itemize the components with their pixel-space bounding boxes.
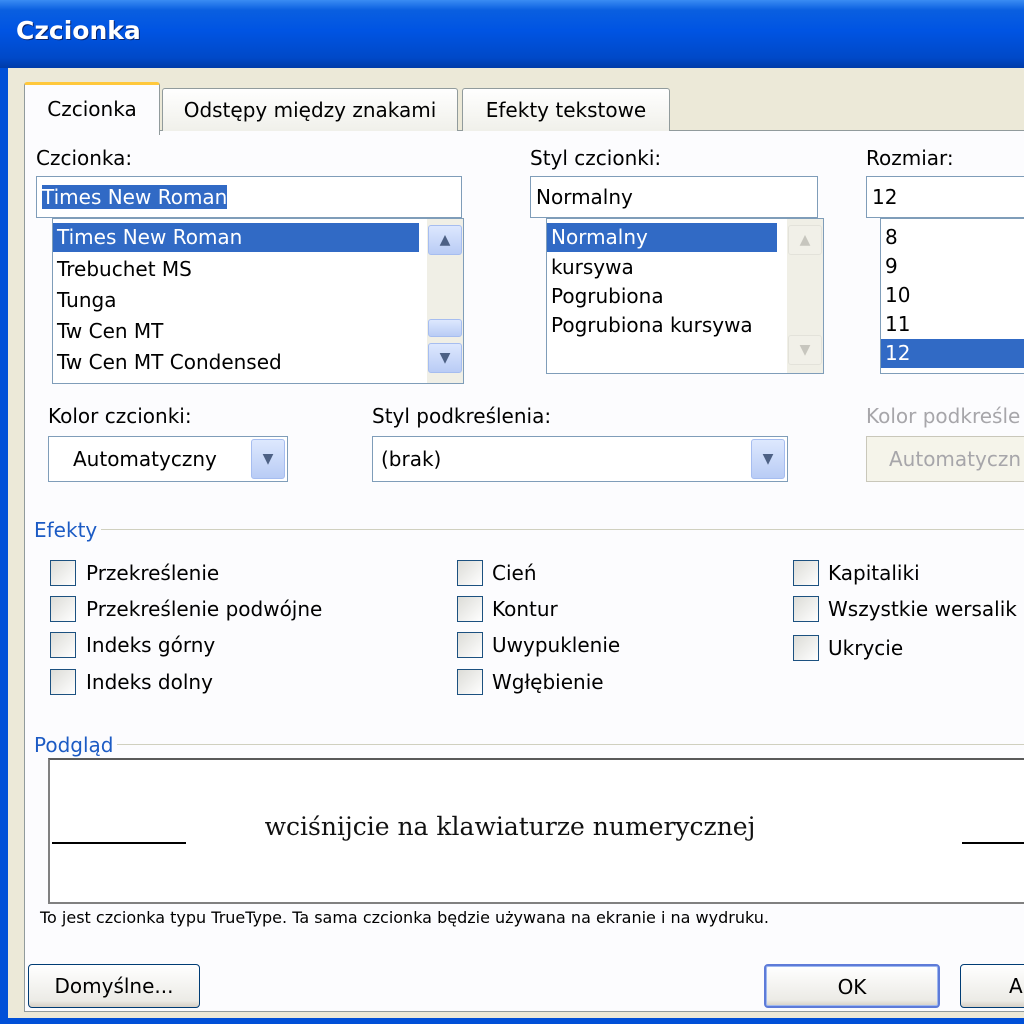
all-caps-label: Wszystkie wersalik <box>828 597 1017 621</box>
subscript-label: Indeks dolny <box>86 670 213 694</box>
tab-odstepy[interactable]: Odstępy między znakami <box>162 88 458 131</box>
effects-title: Efekty <box>34 518 102 542</box>
font-label: Czcionka: <box>36 146 133 170</box>
truetype-note: To jest czcionka typu TrueType. Ta sama … <box>40 908 769 927</box>
font-color-value: Automatyczny <box>73 447 217 471</box>
shadow-label: Cień <box>492 561 537 585</box>
list-item[interactable]: 11 <box>881 310 910 339</box>
default-button[interactable]: Domyślne... <box>28 964 200 1008</box>
emboss-checkbox[interactable] <box>457 632 483 658</box>
title-bar[interactable] <box>0 0 1024 68</box>
strikethrough-label: Przekreślenie <box>86 561 220 585</box>
strikethrough-checkbox[interactable] <box>50 560 76 586</box>
chevron-down-icon[interactable]: ▼ <box>751 439 785 479</box>
tab-czcionka-label: Czcionka <box>47 97 137 121</box>
engrave-label: Wgłębienie <box>492 670 604 694</box>
font-list-scroll-thumb[interactable] <box>428 319 462 337</box>
underline-color-label: Kolor podkreśle <box>866 404 1021 428</box>
font-input-value: Times New Roman <box>42 185 228 209</box>
small-caps-checkbox[interactable] <box>793 560 819 586</box>
font-color-select[interactable]: Automatyczny ▼ <box>48 436 288 482</box>
list-item[interactable]: 9 <box>881 252 898 281</box>
superscript-checkbox[interactable] <box>50 632 76 658</box>
tab-czcionka[interactable]: Czcionka <box>24 82 160 135</box>
tab-odstepy-label: Odstępy między znakami <box>183 98 437 122</box>
list-item[interactable]: Tw Cen MT Condensed <box>53 348 282 377</box>
window-border-left <box>0 68 8 1024</box>
double-strikethrough-label: Przekreślenie podwójne <box>86 597 323 621</box>
list-item[interactable]: Normalny <box>547 223 777 252</box>
list-item[interactable]: 10 <box>881 281 910 310</box>
preview-title: Podgląd <box>34 733 118 757</box>
small-caps-label: Kapitaliki <box>828 561 920 585</box>
size-list[interactable]: 8 9 10 11 12 <box>880 218 1024 374</box>
all-caps-checkbox[interactable] <box>793 596 819 622</box>
double-strikethrough-checkbox[interactable] <box>50 596 76 622</box>
preview-line-left <box>52 842 186 844</box>
font-color-label: Kolor czcionki: <box>48 404 192 428</box>
window-border-bottom <box>0 1018 1024 1024</box>
outline-label: Kontur <box>492 597 558 621</box>
list-item[interactable]: Trebuchet MS <box>53 255 192 284</box>
style-label: Styl czcionki: <box>530 146 662 170</box>
list-item[interactable]: Pogrubiona kursywa <box>547 311 753 340</box>
list-item[interactable]: kursywa <box>547 253 634 282</box>
style-input[interactable]: Normalny <box>530 176 818 218</box>
ok-button[interactable]: OK <box>764 964 940 1008</box>
outline-checkbox[interactable] <box>457 596 483 622</box>
tab-efekty-tekstowe[interactable]: Efekty tekstowe <box>462 88 670 131</box>
cancel-button[interactable]: A <box>960 964 1024 1008</box>
subscript-checkbox[interactable] <box>50 669 76 695</box>
list-item[interactable]: Tunga <box>53 286 116 315</box>
chevron-up-icon: ▲ <box>788 225 822 255</box>
engrave-checkbox[interactable] <box>457 669 483 695</box>
list-item[interactable]: 12 <box>881 339 1024 368</box>
preview-line-right <box>962 842 1024 844</box>
underline-style-value: (brak) <box>381 447 442 471</box>
hidden-label: Ukrycie <box>828 636 904 660</box>
chevron-down-icon: ▼ <box>788 335 822 365</box>
preview-divider <box>36 744 1024 745</box>
list-item[interactable]: 8 <box>881 223 898 252</box>
shadow-checkbox[interactable] <box>457 560 483 586</box>
emboss-label: Uwypuklenie <box>492 633 621 657</box>
chevron-up-icon[interactable]: ▲ <box>428 225 462 255</box>
underline-color-select: Automatyczn <box>866 436 1024 482</box>
font-input[interactable]: Times New Roman <box>36 176 462 218</box>
window-title: Czcionka <box>16 16 141 45</box>
size-input[interactable]: 12 <box>866 176 1024 218</box>
chevron-down-icon[interactable]: ▼ <box>428 343 462 373</box>
font-list[interactable]: Times New Roman Trebuchet MS Tunga Tw Ce… <box>52 218 464 384</box>
style-list[interactable]: Normalny kursywa Pogrubiona Pogrubiona k… <box>546 218 824 374</box>
list-item[interactable]: Times New Roman <box>53 223 419 252</box>
font-list-scrollbar[interactable]: ▲ ▼ <box>427 219 463 383</box>
preview-sample-text: wciśnijcie na klawiaturze numerycznej <box>264 812 756 841</box>
list-item[interactable]: Pogrubiona <box>547 282 664 311</box>
effects-divider <box>36 529 1024 530</box>
list-item[interactable]: Tw Cen MT <box>53 317 163 346</box>
hidden-checkbox[interactable] <box>793 635 819 661</box>
tab-efekty-label: Efekty tekstowe <box>485 98 647 122</box>
superscript-label: Indeks górny <box>86 633 216 657</box>
style-list-scrollbar: ▲ ▼ <box>787 219 823 373</box>
underline-style-label: Styl podkreślenia: <box>372 404 552 428</box>
underline-style-select[interactable]: (brak) ▼ <box>372 436 788 482</box>
underline-color-value: Automatyczn <box>889 447 1022 471</box>
size-label: Rozmiar: <box>866 146 954 170</box>
chevron-down-icon[interactable]: ▼ <box>251 439 285 479</box>
